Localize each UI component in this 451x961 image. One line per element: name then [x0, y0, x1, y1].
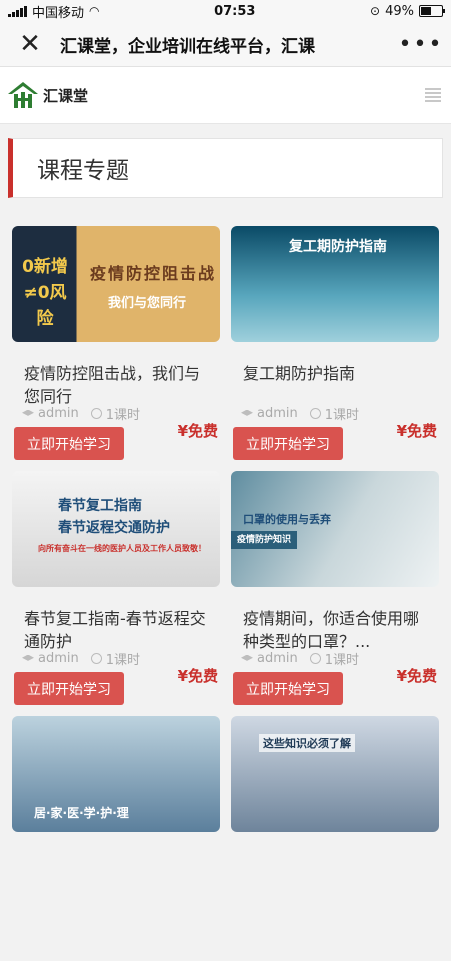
- course-card[interactable]: 0新增≠0风险 疫情防控阻击战 我们与您同行 疫情防控阻击战，我们与您同行 ad…: [12, 226, 220, 471]
- thumbnail-text: 我们与您同行: [108, 296, 187, 311]
- course-card[interactable]: 复工期防护指南 复工期防护指南 admin 1课时 ¥免费 立即开始学习: [231, 226, 439, 471]
- clock-icon: [90, 408, 102, 419]
- lessons-label: 1课时: [324, 653, 360, 668]
- thumbnail-text: 疫情防控阻击战: [90, 264, 217, 283]
- course-thumbnail[interactable]: 春节复工指南 春节返程交通防护 向所有奋斗在一线的医护人员及工作人员致敬！: [12, 471, 220, 587]
- page-title: 汇课堂，企业培训在线平台，汇课: [60, 36, 315, 57]
- graduation-cap-icon: [241, 654, 253, 661]
- graduation-cap-icon: [22, 654, 34, 661]
- site-header: 汇课堂: [0, 67, 451, 124]
- thumbnail-text: 这些知识必须了解: [259, 734, 355, 752]
- orientation-lock-icon: ⊙: [370, 4, 381, 18]
- clock-label: 07:53: [214, 3, 256, 19]
- course-grid: 0新增≠0风险 疫情防控阻击战 我们与您同行 疫情防控阻击战，我们与您同行 ad…: [0, 198, 451, 961]
- course-meta: admin 1课时: [241, 649, 359, 668]
- lessons-label: 1课时: [105, 408, 141, 423]
- price-label: ¥免费: [177, 667, 218, 685]
- course-thumbnail[interactable]: 这些知识必须了解: [231, 716, 439, 832]
- start-learning-button[interactable]: 立即开始学习: [14, 672, 124, 705]
- course-title[interactable]: 疫情期间，你适合使用哪种类型的口罩？...: [243, 607, 429, 653]
- battery-icon: [418, 5, 445, 17]
- house-logo-icon: [8, 82, 38, 108]
- battery-label: 49%: [385, 3, 414, 19]
- thumbnail-text: 疫情防护知识: [231, 531, 297, 549]
- course-meta: admin 1课时: [22, 649, 140, 668]
- site-logo[interactable]: 汇课堂: [6, 80, 88, 110]
- author-label: admin: [257, 651, 298, 666]
- clock-icon: [90, 653, 102, 664]
- clock-icon: [309, 408, 321, 419]
- course-title[interactable]: 疫情防控阻击战，我们与您同行: [24, 362, 210, 408]
- course-card[interactable]: 这些知识必须了解: [231, 716, 439, 961]
- graduation-cap-icon: [22, 409, 34, 416]
- course-card[interactable]: 口罩的使用与丢弃 疫情防护知识 疫情期间，你适合使用哪种类型的口罩？... ad…: [231, 471, 439, 716]
- clock-icon: [309, 653, 321, 664]
- author-label: admin: [38, 406, 79, 421]
- menu-icon[interactable]: [425, 88, 441, 102]
- price-label: ¥免费: [396, 422, 437, 440]
- lessons-label: 1课时: [105, 653, 141, 668]
- thumbnail-text: 居·家·医·学·护·理: [34, 806, 129, 820]
- course-thumbnail[interactable]: 口罩的使用与丢弃 疫情防护知识: [231, 471, 439, 587]
- more-button[interactable]: •••: [391, 32, 451, 57]
- wifi-icon: ◠: [89, 4, 100, 18]
- start-learning-button[interactable]: 立即开始学习: [233, 672, 343, 705]
- thumbnail-text: 0新增≠0风险: [22, 257, 68, 329]
- price-label: ¥免费: [396, 667, 437, 685]
- course-meta: admin 1课时: [241, 404, 359, 423]
- thumbnail-text: 向所有奋斗在一线的医护人员及工作人员致敬！: [38, 544, 206, 553]
- browser-nav-bar: ✕ 汇课堂，企业培训在线平台，汇课 •••: [0, 22, 451, 67]
- thumbnail-text: 春节复工指南: [58, 498, 142, 514]
- author-label: admin: [257, 406, 298, 421]
- author-label: admin: [38, 651, 79, 666]
- course-meta: admin 1课时: [22, 404, 140, 423]
- course-title[interactable]: 复工期防护指南: [243, 362, 429, 408]
- lessons-label: 1课时: [324, 408, 360, 423]
- section-title: 课程专题: [8, 138, 443, 198]
- thumbnail-text: 复工期防护指南: [289, 239, 387, 255]
- signal-icon: [8, 5, 27, 17]
- course-thumbnail[interactable]: 0新增≠0风险 疫情防控阻击战 我们与您同行: [12, 226, 220, 342]
- start-learning-button[interactable]: 立即开始学习: [233, 427, 343, 460]
- close-button[interactable]: ✕: [0, 29, 60, 59]
- course-card[interactable]: 春节复工指南 春节返程交通防护 向所有奋斗在一线的医护人员及工作人员致敬！ 春节…: [12, 471, 220, 716]
- course-thumbnail[interactable]: 居·家·医·学·护·理: [12, 716, 220, 832]
- carrier-label: 中国移动: [32, 5, 85, 21]
- course-title[interactable]: 春节复工指南-春节返程交通防护: [24, 607, 210, 653]
- start-learning-button[interactable]: 立即开始学习: [14, 427, 124, 460]
- thumbnail-text: 春节返程交通防护: [58, 520, 170, 536]
- thumbnail-text: 口罩的使用与丢弃: [243, 513, 331, 526]
- logo-text: 汇课堂: [43, 86, 89, 105]
- status-bar: 中国移动 ◠ 07:53 ⊙ 49%: [0, 0, 451, 22]
- course-card[interactable]: 居·家·医·学·护·理: [12, 716, 220, 961]
- graduation-cap-icon: [241, 409, 253, 416]
- course-thumbnail[interactable]: 复工期防护指南: [231, 226, 439, 342]
- price-label: ¥免费: [177, 422, 218, 440]
